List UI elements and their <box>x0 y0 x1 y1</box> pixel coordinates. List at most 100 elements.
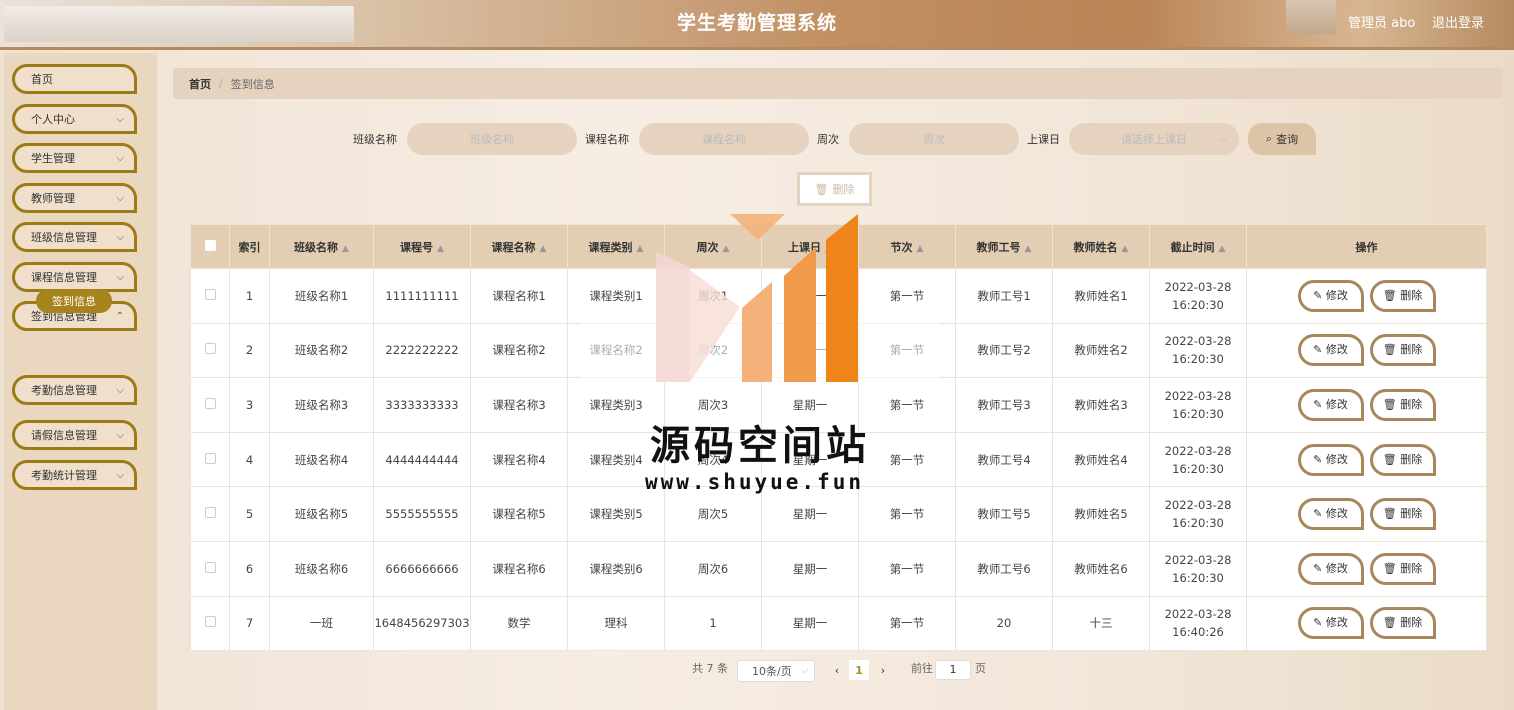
sidebar-item-teachers[interactable]: 教师管理 ⌵ <box>12 183 137 213</box>
cell-text: 课程名称2 <box>492 343 546 358</box>
row-checkbox[interactable] <box>204 452 216 464</box>
class-day-select[interactable]: 请选择上课日 ⌵ <box>1069 123 1239 155</box>
cell-text: 2 <box>245 343 254 358</box>
goto-page-input[interactable]: 1 <box>935 660 971 680</box>
sidebar-item-attendance[interactable]: 考勤信息管理 ⌵ <box>12 375 137 405</box>
table-cell: 教师工号3 <box>955 377 1053 433</box>
edit-button[interactable]: ✎ 修改 <box>1297 607 1364 640</box>
cell-text: 6 <box>245 561 254 576</box>
table-cell: 教师姓名5 <box>1052 486 1150 542</box>
row-checkbox[interactable] <box>204 397 216 409</box>
sidebar-item-label: 班级信息管理 <box>31 231 97 244</box>
edit-button[interactable]: ✎ 修改 <box>1297 498 1364 531</box>
row-select-cell <box>190 268 230 324</box>
select-all-checkbox[interactable] <box>204 239 216 251</box>
class-name-input[interactable]: 班级名称 <box>407 123 577 155</box>
col-header[interactable]: 周次 ▲︎ <box>664 224 762 269</box>
edit-button[interactable]: ✎ 修改 <box>1297 279 1364 312</box>
cell-text: 课程类别3 <box>589 397 643 412</box>
delete-button[interactable]: 🗑︎ 删除 <box>1369 443 1436 476</box>
row-checkbox[interactable] <box>204 288 216 300</box>
sidebar-subitem-checkin-info[interactable]: 签到信息 <box>36 289 112 313</box>
table-cell: 课程名称1 <box>470 268 568 324</box>
col-header[interactable]: 节次 ▲︎ <box>858 224 956 269</box>
page-size-select[interactable]: 10条/页 ⌵ <box>737 660 815 682</box>
delete-label: 删除 <box>1400 288 1423 302</box>
col-header[interactable]: 课程号 ▲︎ <box>373 224 471 269</box>
col-header[interactable]: 课程类别 ▲︎ <box>567 224 665 269</box>
row-select-cell <box>190 431 230 488</box>
trash-icon: 🗑︎ <box>1382 288 1397 302</box>
delete-button[interactable]: 🗑︎ 删除 <box>1369 498 1436 531</box>
col-header[interactable]: 班级名称 ▲︎ <box>269 224 374 269</box>
edit-button[interactable]: ✎ 修改 <box>1297 552 1364 585</box>
table-cell: 课程类别1 <box>567 268 665 324</box>
query-button[interactable]: ⌕ 查询 <box>1248 123 1316 155</box>
sort-icon[interactable]: ▲︎ <box>1219 244 1226 254</box>
row-checkbox[interactable] <box>204 343 216 355</box>
col-header[interactable]: 截止时间 ▲︎ <box>1149 224 1247 269</box>
cell-text: 星期一 <box>792 561 828 576</box>
sidebar-item-courses[interactable]: 课程信息管理 ⌵ <box>12 262 137 292</box>
row-checkbox[interactable] <box>204 507 216 519</box>
edit-button[interactable]: ✎ 修改 <box>1297 443 1364 476</box>
chevron-up-icon: ⌃ <box>115 311 124 322</box>
sort-icon[interactable]: ▲︎ <box>1122 244 1129 254</box>
edit-button[interactable]: ✎ 修改 <box>1297 388 1364 421</box>
row-checkbox[interactable] <box>204 616 216 628</box>
delete-label: 删除 <box>1400 616 1423 630</box>
sort-icon[interactable]: ▲︎ <box>342 244 349 254</box>
table-cell: 20 <box>955 595 1053 652</box>
table-cell: 周次6 <box>664 540 762 597</box>
table-cell: 课程名称6 <box>470 540 568 597</box>
table-cell: 班级名称2 <box>269 322 374 379</box>
class-name-label: 班级名称 <box>353 133 397 146</box>
course-name-placeholder: 课程名称 <box>702 133 746 146</box>
sidebar-item-classes[interactable]: 班级信息管理 ⌵ <box>12 222 137 252</box>
breadcrumb-home[interactable]: 首页 <box>189 76 211 92</box>
col-header[interactable]: 课程名称 ▲︎ <box>470 224 568 269</box>
sort-icon[interactable]: ▲︎ <box>637 244 644 254</box>
sort-icon[interactable]: ▲︎ <box>1025 244 1032 254</box>
sort-icon[interactable]: ▲︎ <box>917 244 924 254</box>
sort-icon[interactable]: ▲︎ <box>540 244 547 254</box>
cell-text: 2022-03-28 16:20:30 <box>1164 443 1232 476</box>
delete-label: 删除 <box>1400 507 1423 521</box>
actions-cell: ✎ 修改 🗑︎ 删除 <box>1246 431 1487 488</box>
table-cell: 周次5 <box>664 486 762 542</box>
edit-icon: ✎ <box>1313 507 1323 521</box>
sidebar-item-label: 教师管理 <box>31 192 75 205</box>
logout-link[interactable]: 退出登录 <box>1432 12 1484 31</box>
delete-button[interactable]: 🗑︎ 删除 <box>1369 279 1436 312</box>
sidebar-item-profile[interactable]: 个人中心 ⌵ <box>12 104 137 134</box>
delete-button[interactable]: 🗑︎ 删除 <box>1369 552 1436 585</box>
table-cell: 教师工号5 <box>955 486 1053 542</box>
sidebar-item-stats[interactable]: 考勤统计管理 ⌵ <box>12 460 137 490</box>
col-header[interactable]: 教师姓名 ▲︎ <box>1052 224 1150 269</box>
batch-delete-button[interactable]: 🗑︎ 删除 <box>797 172 872 206</box>
cell-text: 班级名称4 <box>294 452 349 467</box>
sort-icon[interactable]: ▲︎ <box>825 244 832 254</box>
next-page-button[interactable]: › <box>873 660 893 680</box>
course-name-input[interactable]: 课程名称 <box>639 123 809 155</box>
sidebar-item-students[interactable]: 学生管理 ⌵ <box>12 143 137 173</box>
prev-page-button[interactable]: ‹ <box>827 660 847 680</box>
sidebar-item-leave[interactable]: 请假信息管理 ⌵ <box>12 420 137 450</box>
week-input[interactable]: 周次 <box>849 123 1019 155</box>
delete-button[interactable]: 🗑︎ 删除 <box>1369 607 1436 640</box>
col-header[interactable]: 上课日 ▲︎ <box>761 224 859 269</box>
sidebar-item-home[interactable]: 首页 <box>12 64 137 94</box>
sort-icon[interactable]: ▲︎ <box>723 244 730 254</box>
delete-label: 删除 <box>1400 561 1423 575</box>
delete-button[interactable]: 🗑︎ 删除 <box>1369 334 1436 367</box>
edit-button[interactable]: ✎ 修改 <box>1297 334 1364 367</box>
col-header[interactable]: 教师工号 ▲︎ <box>955 224 1053 269</box>
sort-icon[interactable]: ▲︎ <box>437 244 444 254</box>
page-unit-label: 页 <box>975 662 986 675</box>
table-cell: 6666666666 <box>373 540 471 597</box>
cell-text: 班级名称2 <box>294 343 349 358</box>
page-number[interactable]: 1 <box>849 660 869 680</box>
row-checkbox[interactable] <box>204 561 216 573</box>
app-title: 学生考勤管理系统 <box>676 12 837 34</box>
delete-button[interactable]: 🗑︎ 删除 <box>1369 388 1436 421</box>
